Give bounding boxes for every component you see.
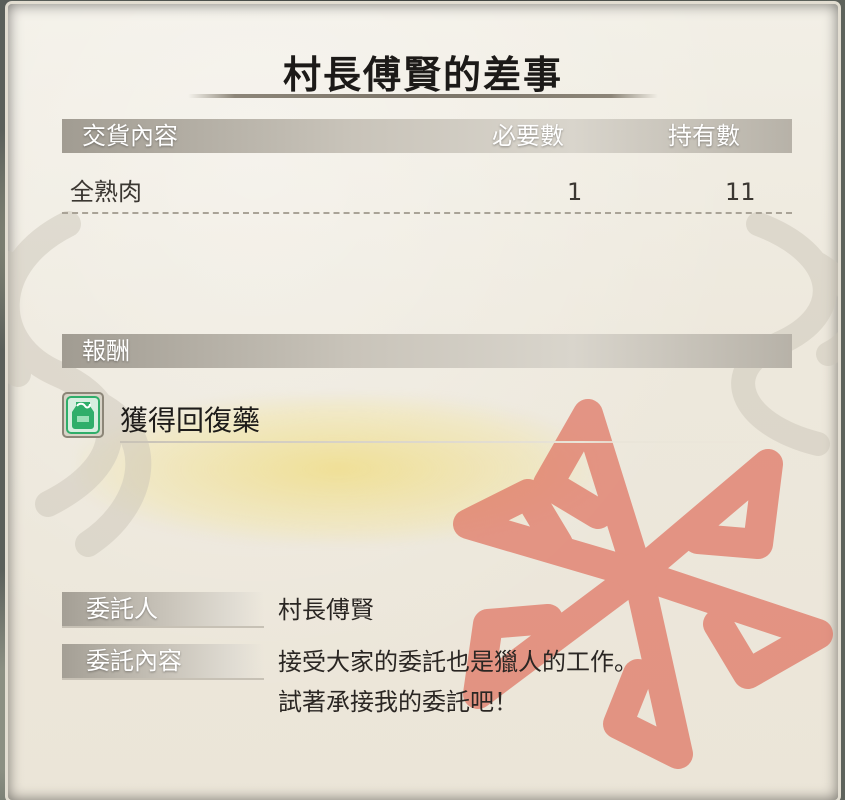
quest-title: 村長傅賢的差事 (282, 53, 563, 97)
request-line-1: 接受大家的委託也是獵人的工作。 (278, 648, 638, 676)
quest-emblem-icon (453, 399, 833, 769)
request-label-bar: 委託內容 (62, 644, 264, 680)
quest-card: 村長傅賢的差事 交貨內容 必要數 持有數 全熟肉 1 11 報酬 獲得回復藥 委… (8, 4, 838, 800)
reward-header-bar: 報酬 (62, 334, 792, 368)
request-description: 接受大家的委託也是獵人的工作。 試著承接我的委託吧！ (278, 642, 638, 722)
reward-item-slot[interactable] (62, 392, 104, 438)
reward-header: 報酬 (82, 337, 130, 365)
delivery-required-count: 1 (567, 178, 583, 206)
owned-count-header: 持有數 (668, 122, 740, 150)
client-name: 村長傅賢 (278, 596, 374, 624)
delivery-item-name: 全熟肉 (70, 178, 142, 206)
delivery-header-bar: 交貨內容 必要數 持有數 (62, 119, 792, 153)
delivery-row[interactable]: 全熟肉 1 11 (62, 172, 792, 214)
client-label-bar: 委託人 (62, 592, 264, 628)
client-label: 委託人 (86, 595, 158, 623)
delivery-owned-count: 11 (725, 178, 756, 206)
reward-underline (120, 441, 780, 443)
request-label: 委託內容 (86, 647, 182, 675)
potion-icon (66, 396, 100, 434)
request-line-2: 試著承接我的委託吧！ (278, 688, 518, 716)
required-count-header: 必要數 (492, 122, 564, 150)
title-divider (188, 94, 658, 98)
guild-crest-left-icon (8, 211, 152, 557)
delivery-item-header: 交貨內容 (82, 122, 178, 150)
reward-item-name: 獲得回復藥 (120, 404, 261, 437)
